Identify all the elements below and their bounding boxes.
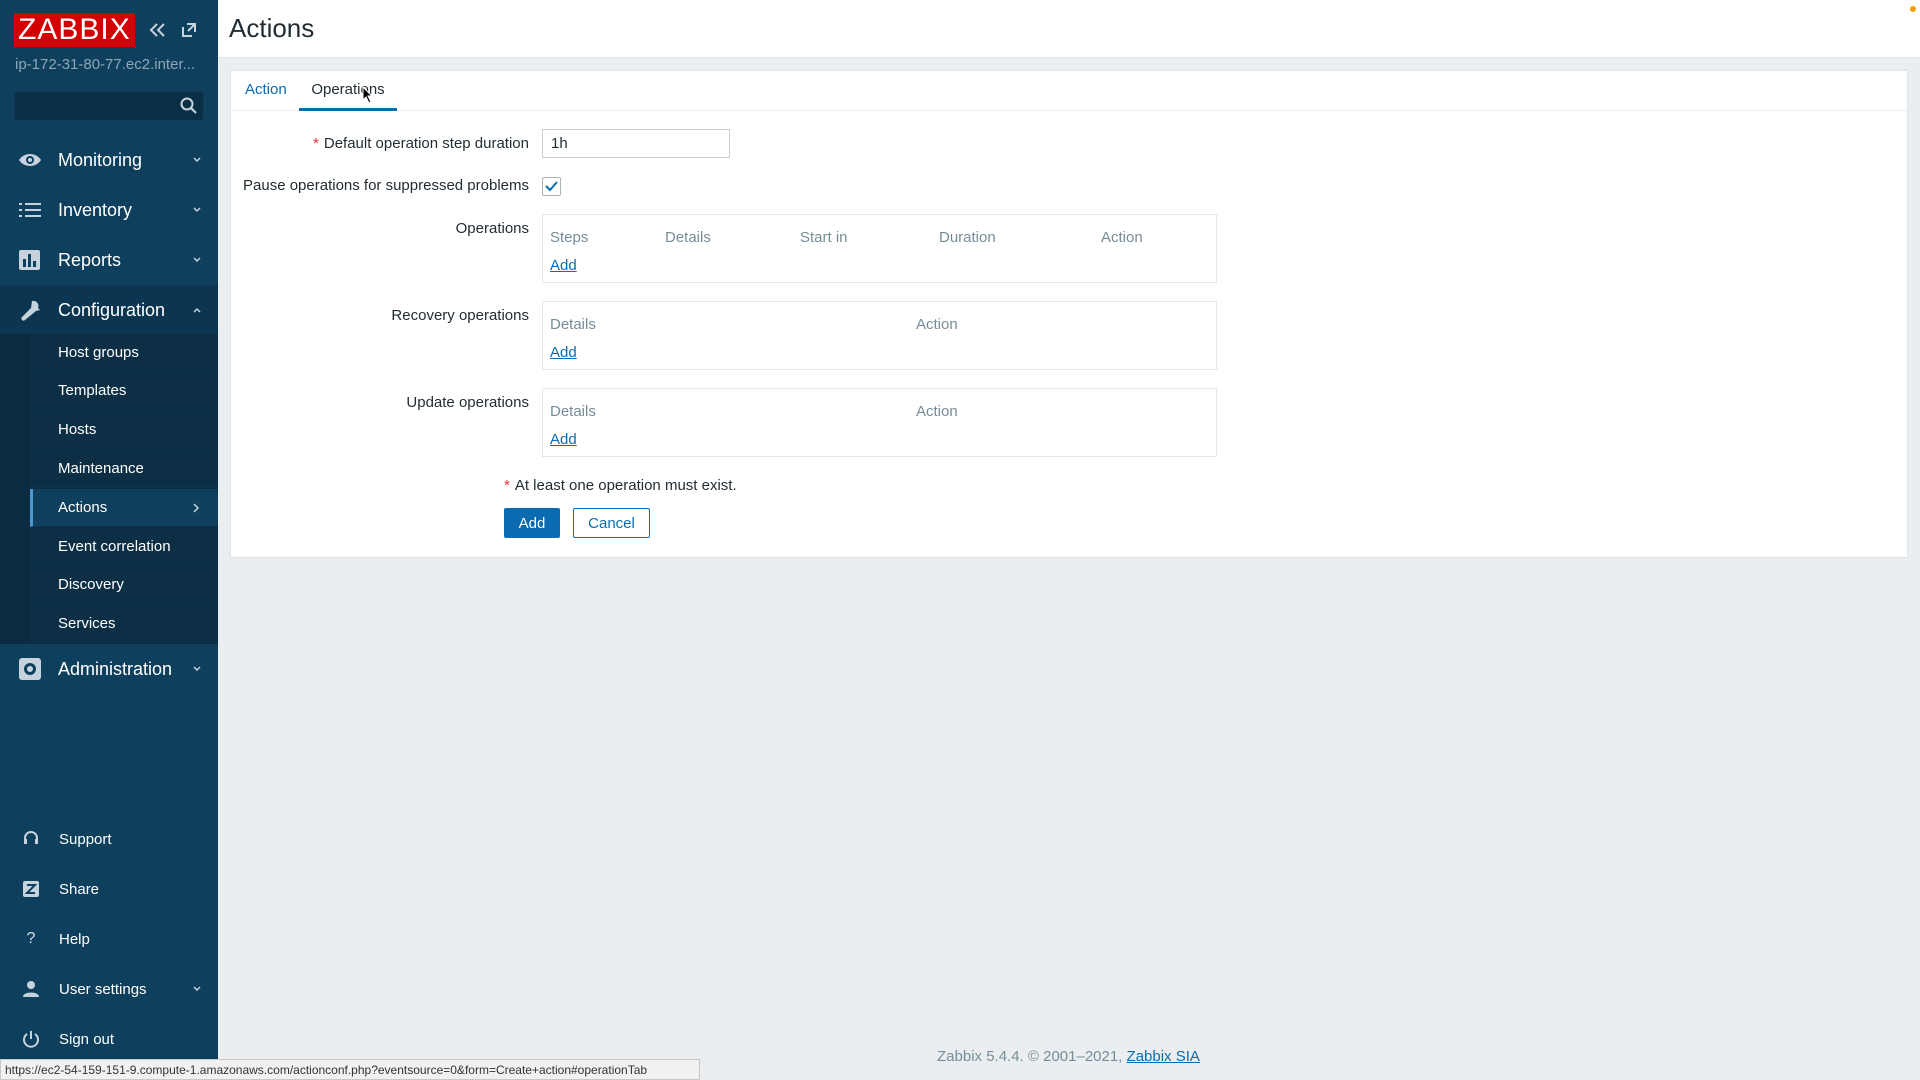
- sidebar-support[interactable]: Support: [0, 819, 218, 859]
- operations-table: Steps Details Start in Duration Action A…: [542, 214, 1217, 283]
- sidebar-item-discovery[interactable]: Discovery: [30, 566, 218, 604]
- power-icon: [23, 1031, 39, 1048]
- search-icon[interactable]: [180, 97, 198, 115]
- chevron-down-icon: [193, 207, 201, 213]
- menu-label: Administration: [58, 658, 173, 679]
- server-name: ip-172-31-80-77.ec2.inter...: [15, 56, 196, 73]
- step-duration-input[interactable]: [542, 129, 730, 158]
- column-header: Duration: [939, 229, 996, 246]
- wrench-icon: [21, 300, 40, 321]
- column-header: Details: [550, 316, 596, 333]
- bar-chart-icon: [19, 250, 40, 270]
- update-operations-table: Details Action Add: [542, 388, 1217, 457]
- configuration-submenu: Host groups Templates Hosts Maintenance …: [0, 334, 218, 644]
- column-header: Start in: [800, 229, 848, 246]
- tab-bar: Action Operations: [231, 71, 1907, 111]
- column-header: Action: [916, 403, 958, 420]
- add-update-operation-link[interactable]: Add: [550, 431, 577, 448]
- column-header: Steps: [550, 229, 589, 246]
- help-icon: ?: [26, 930, 36, 947]
- sidebar-share[interactable]: Share: [0, 869, 218, 909]
- required-asterisk: *: [313, 135, 319, 152]
- sidebar-label: User settings: [59, 980, 147, 998]
- add-button[interactable]: Add: [504, 508, 560, 538]
- sidebar-item-event-correlation[interactable]: Event correlation: [30, 528, 218, 566]
- column-header: Details: [550, 403, 596, 420]
- sidebar-item-templates[interactable]: Templates: [30, 372, 218, 410]
- sidebar-label: Help: [59, 930, 90, 948]
- sidebar-label: Sign out: [59, 1030, 115, 1048]
- sidebar-item-label: Actions: [58, 499, 108, 516]
- sidebar-sign-out[interactable]: Sign out: [0, 1019, 218, 1059]
- sidebar: ZABBIX ip-172-31-80-77.ec2.inter... Moni…: [0, 0, 218, 1080]
- label-text: Default operation step duration: [323, 135, 529, 152]
- eye-icon: [19, 154, 41, 166]
- recovery-operations-table: Details Action Add: [542, 301, 1217, 370]
- operations-note: * At least one operation must exist.: [504, 477, 737, 494]
- tab-operations[interactable]: Operations: [299, 81, 397, 111]
- zabbix-logo[interactable]: ZABBIX: [14, 13, 135, 47]
- required-asterisk: *: [504, 477, 510, 494]
- column-header: Details: [665, 229, 711, 246]
- sidebar-label: Support: [59, 830, 112, 848]
- update-operations-label: Update operations: [406, 394, 529, 411]
- cancel-button[interactable]: Cancel: [573, 508, 650, 538]
- menu-configuration[interactable]: Configuration: [0, 285, 218, 335]
- column-header: Action: [916, 316, 958, 333]
- headset-icon: [24, 831, 38, 844]
- note-text: At least one operation must exist.: [514, 477, 737, 494]
- chevron-down-icon: [193, 257, 201, 263]
- gear-icon: [19, 658, 41, 680]
- footer-link[interactable]: Zabbix SIA: [1127, 1048, 1200, 1065]
- chevron-down-icon: [193, 157, 201, 163]
- sidebar-item-hosts[interactable]: Hosts: [30, 411, 218, 449]
- list-icon: [19, 203, 41, 217]
- sidebar-item-maintenance[interactable]: Maintenance: [30, 450, 218, 488]
- user-icon: [23, 981, 39, 997]
- sidebar-item-services[interactable]: Services: [30, 605, 218, 643]
- sidebar-user-settings[interactable]: User settings: [0, 969, 218, 1009]
- kiosk-mode-icon[interactable]: [179, 20, 199, 40]
- footer: Zabbix 5.4.4. © 2001–2021, Zabbix SIA: [937, 1048, 1200, 1065]
- sidebar-item-host-groups[interactable]: Host groups: [30, 334, 218, 372]
- browser-status-bar: https://ec2-54-159-151-9.compute-1.amazo…: [0, 1059, 700, 1080]
- operations-label: Operations: [455, 220, 529, 237]
- tab-action[interactable]: Action: [245, 81, 287, 111]
- checkmark-icon: [545, 181, 558, 192]
- search-input[interactable]: [14, 91, 204, 121]
- mouse-cursor-icon: [362, 86, 374, 104]
- pause-operations-checkbox[interactable]: [542, 177, 561, 196]
- chevron-up-icon: [193, 307, 201, 313]
- menu-administration[interactable]: Administration: [0, 644, 218, 694]
- footer-text: Zabbix 5.4.4. © 2001–2021,: [937, 1048, 1123, 1065]
- sidebar-label: Share: [59, 880, 100, 898]
- menu-label: Monitoring: [58, 149, 143, 170]
- menu-monitoring[interactable]: Monitoring: [0, 135, 218, 185]
- collapse-sidebar-icon[interactable]: [148, 20, 168, 40]
- page-title: Actions: [229, 13, 315, 43]
- menu-reports[interactable]: Reports: [0, 235, 218, 285]
- chevron-down-icon: [193, 986, 201, 992]
- logo-row: ZABBIX: [14, 13, 135, 47]
- share-icon: [23, 881, 39, 897]
- column-header: Action: [1101, 229, 1143, 246]
- sidebar-item-actions[interactable]: Actions: [30, 489, 218, 527]
- recovery-operations-label: Recovery operations: [391, 307, 529, 324]
- menu-inventory[interactable]: Inventory: [0, 185, 218, 235]
- page-header: [218, 0, 1920, 58]
- sidebar-help[interactable]: ? Help: [0, 919, 218, 959]
- chevron-down-icon: [193, 666, 201, 672]
- notification-dot: [1910, 6, 1916, 12]
- step-duration-label: * Default operation step duration: [313, 135, 529, 152]
- pause-operations-label: Pause operations for suppressed problems: [243, 177, 529, 194]
- menu-label: Reports: [58, 249, 122, 270]
- add-recovery-operation-link[interactable]: Add: [550, 344, 577, 361]
- menu-label: Inventory: [58, 199, 133, 220]
- add-operation-link[interactable]: Add: [550, 257, 577, 274]
- menu-label: Configuration: [58, 299, 166, 320]
- chevron-right-icon: [193, 503, 200, 513]
